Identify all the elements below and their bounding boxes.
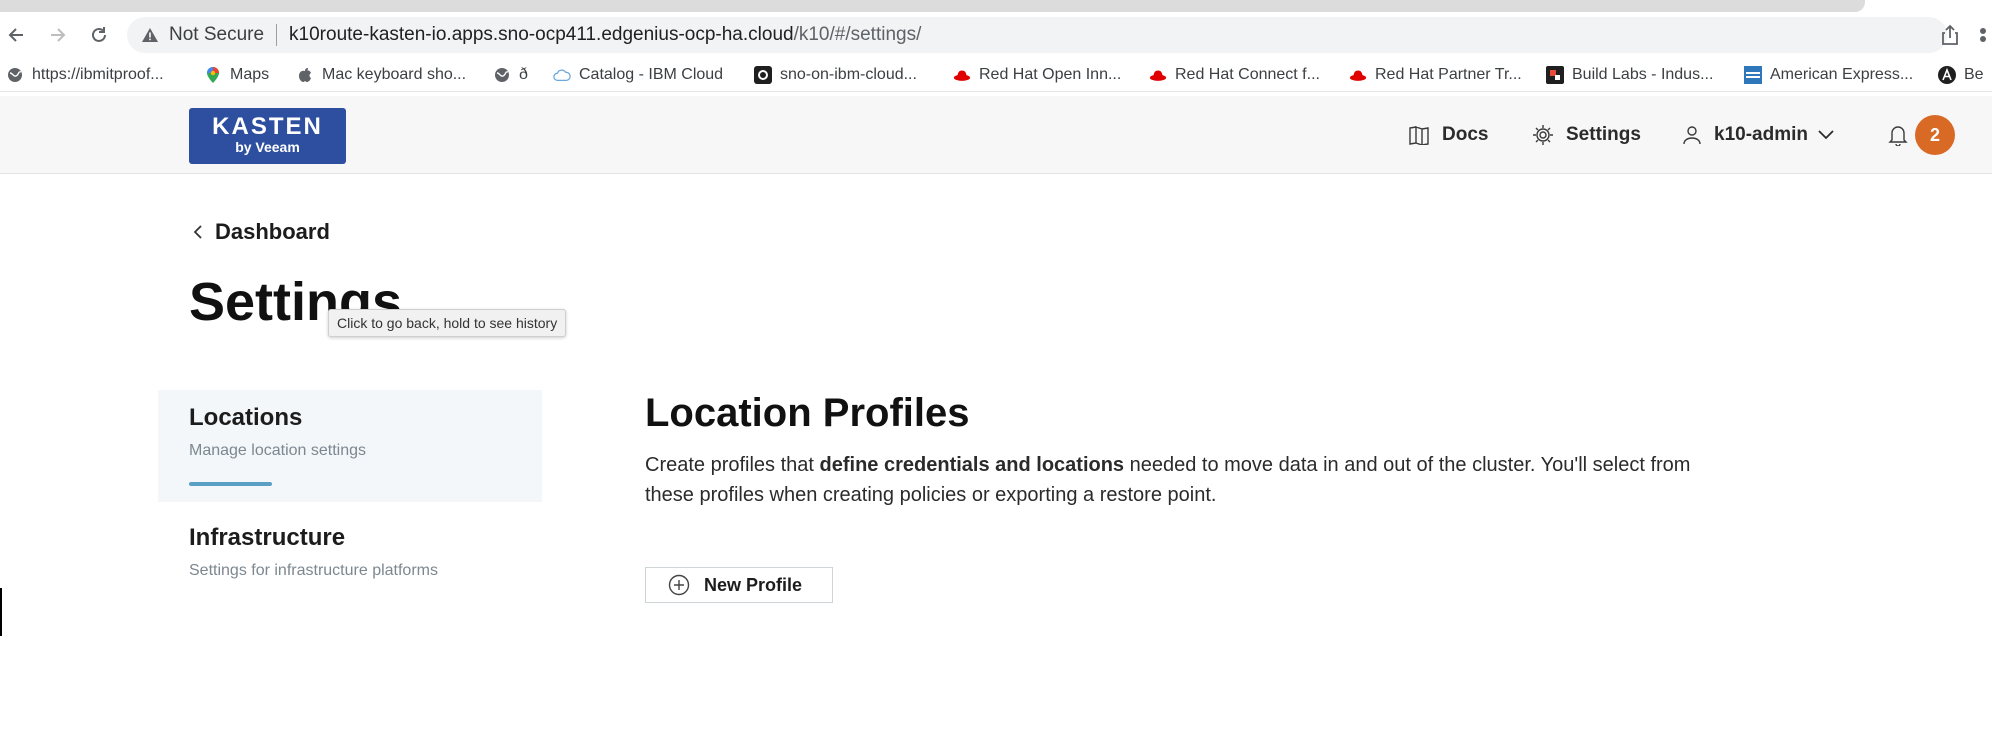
warning-icon[interactable] (141, 27, 159, 43)
bookmark-label: Be (1964, 66, 1984, 83)
logo-subtitle: by Veeam (235, 139, 300, 155)
description-text: Create profiles that (645, 454, 820, 476)
app-header: KASTEN by Veeam Docs Settings k10-admin … (0, 96, 1992, 174)
plus-circle-icon (668, 574, 690, 596)
url-path: /k10/#/settings/ (793, 24, 922, 45)
sidebar-item-description: Manage location settings (189, 442, 366, 459)
forward-button[interactable] (42, 20, 72, 50)
bookmark-label: ð (519, 66, 528, 83)
breadcrumb[interactable]: Dashboard (193, 219, 330, 245)
section-title: Location Profiles (645, 391, 970, 435)
bookmark-item[interactable]: Red Hat Partner Tr... (1349, 63, 1522, 87)
bell-icon (1888, 126, 1908, 146)
sidebar-item-description: Settings for infrastructure platforms (189, 562, 438, 579)
omnibox-divider (276, 24, 278, 46)
bookmark-label: https://ibmitproof... (32, 66, 164, 83)
bookmark-item[interactable]: Be (1938, 63, 1984, 87)
back-arrow-icon (8, 28, 23, 42)
bookmark-label: Red Hat Open Inn... (979, 66, 1122, 83)
forward-arrow-icon (51, 28, 66, 42)
docs-link[interactable]: Docs (1408, 122, 1488, 148)
bookmark-label: sno-on-ibm-cloud... (780, 66, 917, 83)
bookmark-label: Maps (230, 66, 270, 83)
cloud-icon (553, 66, 571, 84)
security-status[interactable]: Not Secure (169, 24, 264, 46)
globe-icon (6, 66, 24, 84)
gear-icon (1533, 125, 1553, 145)
extension-icon[interactable] (1976, 24, 1990, 51)
tab-strip (0, 0, 1865, 12)
user-label: k10-admin (1714, 124, 1808, 145)
settings-label: Settings (1566, 124, 1641, 145)
amex-icon (1744, 66, 1762, 84)
kasten-logo[interactable]: KASTEN by Veeam (189, 108, 346, 164)
bookmark-item[interactable]: American Express... (1744, 63, 1913, 87)
bookmark-label: American Express... (1770, 66, 1914, 83)
description-emphasis: define credentials and locations (819, 454, 1125, 476)
bookmark-item[interactable]: Build Labs - Indus... (1546, 63, 1713, 87)
bookmark-label: Red Hat Partner Tr... (1375, 66, 1522, 83)
sidebar-item-title: Locations (189, 404, 303, 431)
browser-toolbar: Not Secure k10route-kasten-io.apps.sno-o… (0, 12, 1992, 59)
bookmark-label: Red Hat Connect f... (1175, 66, 1320, 83)
bookmark-item[interactable]: ð (493, 63, 528, 87)
url-text[interactable]: k10route-kasten-io.apps.sno-ocp411.edgen… (289, 24, 921, 46)
section-description: Create profiles that define credentials … (645, 450, 1695, 510)
a-circle-icon (1938, 66, 1956, 84)
bookmark-item[interactable]: Maps (204, 63, 269, 87)
share-icon (1942, 24, 1958, 45)
apple-icon (296, 66, 314, 84)
bookmark-item[interactable]: Catalog - IBM Cloud (553, 63, 723, 87)
sidebar-item-title: Infrastructure (189, 524, 346, 551)
chevron-left-icon (193, 225, 202, 239)
settings-link[interactable]: Settings (1532, 122, 1641, 148)
address-bar[interactable]: Not Secure k10route-kasten-io.apps.sno-o… (127, 17, 1947, 53)
redhat-icon (953, 66, 971, 84)
book-icon (1409, 126, 1429, 145)
notification-count-badge[interactable]: 2 (1915, 115, 1955, 155)
chevron-down-icon (1818, 130, 1834, 140)
bookmark-label: Build Labs - Indus... (1572, 66, 1714, 83)
breadcrumb-dashboard-link[interactable]: Dashboard (215, 219, 330, 245)
globe-icon (493, 66, 511, 84)
bookmark-item[interactable]: sno-on-ibm-cloud... (754, 63, 917, 87)
new-profile-label: New Profile (704, 574, 803, 595)
bookmark-item[interactable]: https://ibmitproof... (6, 63, 164, 87)
docs-label: Docs (1442, 124, 1489, 145)
bookmark-item[interactable]: Mac keyboard sho... (296, 63, 466, 87)
reload-icon (92, 27, 106, 42)
bookmark-label: Catalog - IBM Cloud (579, 66, 724, 83)
bookmark-item[interactable]: Red Hat Open Inn... (953, 63, 1121, 87)
build-labs-icon (1546, 66, 1564, 84)
logo-wordmark: KASTEN (212, 113, 323, 140)
bookmarks-bar: https://ibmitproof... Maps Mac keyboard … (0, 59, 1992, 92)
text-cursor (0, 588, 2, 636)
new-profile-button[interactable]: New Profile (645, 567, 833, 603)
share-button[interactable] (1940, 24, 1960, 51)
github-icon (754, 66, 772, 84)
url-host: k10route-kasten-io.apps.sno-ocp411.edgen… (289, 24, 794, 45)
user-icon (1683, 126, 1701, 145)
bookmark-item[interactable]: Red Hat Connect f... (1149, 63, 1320, 87)
user-menu[interactable]: k10-admin (1682, 122, 1834, 148)
active-indicator (189, 482, 272, 486)
reload-button[interactable] (84, 20, 114, 50)
sidebar-item-infrastructure[interactable]: Infrastructure Settings for infrastructu… (158, 524, 542, 594)
maps-pin-icon (204, 66, 222, 84)
redhat-icon (1349, 66, 1367, 84)
redhat-icon (1149, 66, 1167, 84)
bookmark-label: Mac keyboard sho... (322, 66, 467, 83)
back-button-tooltip: Click to go back, hold to see history (328, 309, 567, 337)
back-button[interactable] (2, 20, 32, 50)
sidebar-item-locations[interactable]: Locations Manage location settings (158, 390, 542, 502)
